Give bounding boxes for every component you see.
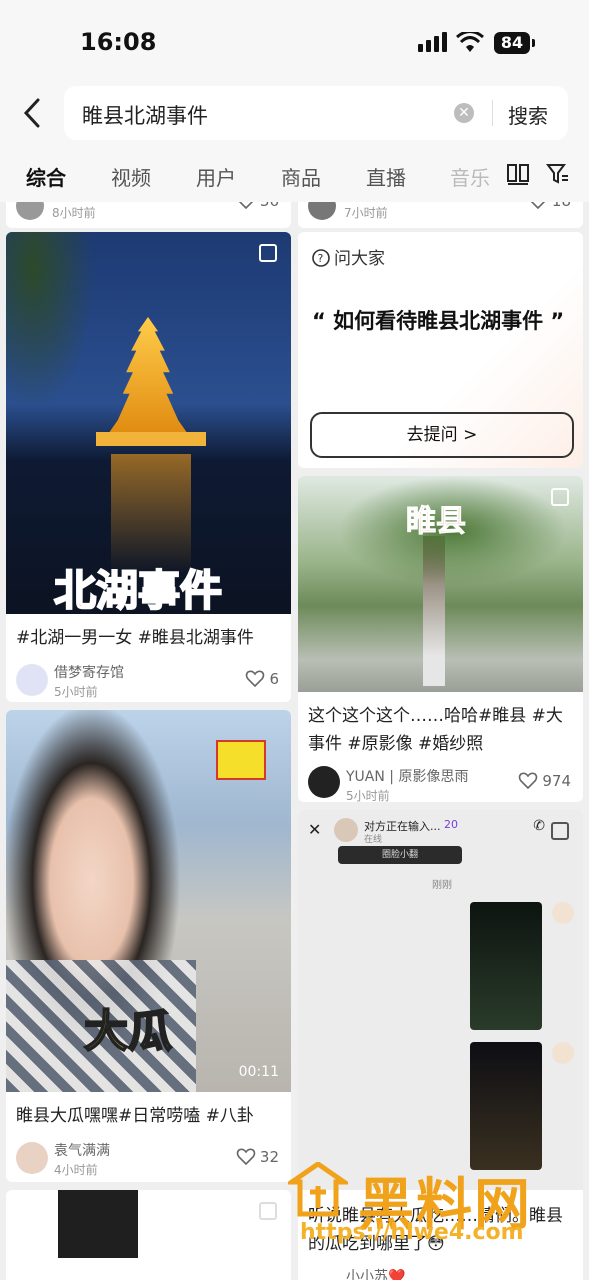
avatar — [16, 202, 44, 220]
like-button[interactable]: 36 — [236, 202, 279, 210]
post-time: 5小时前 — [54, 685, 98, 699]
post-thumbnail: 北湖事件 — [6, 232, 291, 616]
post-time: 7小时前 — [344, 206, 388, 220]
feed-card-pagoda[interactable]: 北湖事件 #北湖一男一女 #睢县北湖事件 借梦寄存馆 5小时前 6 — [6, 232, 291, 702]
close-icon: ✕ — [308, 820, 322, 839]
video-message-2 — [470, 1042, 542, 1170]
phone-icon: ✆ — [533, 818, 545, 834]
water-reflection — [111, 454, 191, 574]
chat-badge: 20 — [444, 818, 458, 831]
signal-icon — [418, 32, 447, 52]
video-duration: 00:11 — [238, 1064, 279, 1080]
status-time: 16:08 — [80, 28, 157, 56]
willow-decoration — [6, 232, 96, 412]
tab-live[interactable]: 直播 — [366, 162, 406, 191]
like-button[interactable]: 18 — [528, 202, 571, 210]
thumbnail-title: 大瓜 — [83, 1005, 173, 1058]
status-bar: 16:08 84 — [0, 0, 589, 84]
heart-icon — [530, 202, 546, 210]
tab-users[interactable]: 用户 — [196, 162, 236, 191]
multi-image-icon — [259, 244, 277, 262]
like-count: 36 — [260, 202, 279, 210]
post-time: 4小时前 — [54, 1163, 98, 1177]
ask-label-text: 问大家 — [334, 249, 385, 269]
post-thumbnail: 睢县 — [298, 476, 583, 692]
multi-image-icon — [259, 1202, 277, 1220]
post-thumbnail: 大瓜 00:11 — [6, 710, 291, 1092]
like-count: 6 — [269, 670, 279, 688]
post-thumbnail: ✕ 对方正在输入... 20 在线 ✆ 圈脸小翻 刚刚 — [298, 810, 583, 1190]
search-button[interactable]: 搜索 — [508, 100, 548, 129]
search-input[interactable]: 睢县北湖事件 ✕ 搜索 — [64, 86, 568, 140]
battery-icon: 84 — [494, 32, 535, 54]
avatar — [16, 1142, 48, 1174]
post-thumbnail — [58, 1190, 138, 1258]
pagoda-shape — [106, 317, 190, 437]
layout-toggle-icon[interactable] — [506, 162, 530, 186]
author-name[interactable]: YUAN | 原影像思雨 — [346, 766, 468, 786]
tab-goods[interactable]: 商品 — [281, 162, 321, 191]
post-description: #北湖一男一女 #睢县北湖事件 — [16, 628, 254, 648]
avatar — [334, 818, 358, 842]
like-button[interactable]: 6 — [245, 670, 279, 688]
tab-all[interactable]: 综合 — [26, 162, 66, 191]
results-feed[interactable]: 8小时前 36 7小时前 18 北湖事件 #北湖一男一女 #睢县北湖事件 借梦寄… — [0, 202, 589, 1280]
chat-bubble: 圈脸小翻 — [338, 846, 462, 864]
post-time: 5小时前 — [346, 789, 390, 802]
ask-question-button[interactable]: 去提问 > — [310, 412, 574, 458]
ask-question: “ 如何看待睢县北湖事件 ” — [312, 309, 565, 333]
search-header: 睢县北湖事件 ✕ 搜索 — [0, 84, 589, 144]
post-description: 睢县大瓜嘿嘿#日常唠嗑 #八卦 — [16, 1106, 254, 1126]
divider — [492, 100, 493, 126]
feed-card-video[interactable]: 大瓜 00:11 睢县大瓜嘿嘿#日常唠嗑 #八卦 袁气满满 4小时前 32 — [6, 710, 291, 1182]
tab-bar: 综合 视频 用户 商品 直播 音乐 — [0, 144, 589, 202]
feed-card-partial-bottom[interactable] — [6, 1190, 291, 1280]
multi-image-icon — [551, 822, 569, 840]
multi-image-icon — [551, 488, 569, 506]
video-message-1 — [470, 902, 542, 1030]
filter-icon[interactable] — [546, 162, 570, 186]
ask-card[interactable]: ? 问大家 “ 如何看待睢县北湖事件 ” 去提问 > — [298, 232, 583, 468]
watermark-logo: 黑料网 https://hlwe4.com — [288, 1160, 588, 1270]
feed-card-tree[interactable]: 睢县 这个这个这个……哈哈#睢县 #大事件 #原影像 #婚纱照 YUAN | 原… — [298, 476, 583, 802]
like-button[interactable]: 974 — [518, 772, 571, 790]
svg-text:?: ? — [318, 252, 324, 265]
like-count: 32 — [259, 1148, 279, 1166]
chat-time-label: 刚刚 — [432, 880, 452, 891]
chat-online: 在线 — [364, 835, 383, 845]
post-description: 这个这个这个……哈哈#睢县 #大事件 #原影像 #婚纱照 — [308, 706, 563, 754]
avatar — [552, 902, 574, 924]
thumbnail-title: 北湖事件 — [53, 565, 223, 616]
like-count: 974 — [542, 772, 571, 790]
like-button[interactable]: 32 — [236, 1148, 279, 1166]
like-count: 18 — [552, 202, 571, 210]
question-icon: ? — [312, 249, 330, 267]
tab-music[interactable]: 音乐 — [450, 162, 490, 191]
feed-card-partial-right[interactable]: 7小时前 18 — [298, 202, 583, 228]
back-arrow-icon[interactable] — [18, 96, 46, 130]
avatar — [308, 202, 336, 220]
avatar — [308, 766, 340, 798]
author-name[interactable]: 袁气满满 — [54, 1140, 110, 1160]
avatar — [552, 1042, 574, 1064]
wifi-icon — [456, 32, 484, 52]
thumbnail-title: 睢县 — [406, 504, 467, 540]
shop-sign — [216, 740, 266, 780]
heart-icon — [519, 772, 538, 790]
post-time: 8小时前 — [52, 206, 96, 220]
tab-video[interactable]: 视频 — [111, 162, 151, 191]
clear-icon[interactable]: ✕ — [454, 103, 474, 123]
heart-icon — [246, 670, 265, 688]
ask-label: ? 问大家 — [312, 244, 385, 269]
heart-icon — [238, 202, 254, 210]
watermark-url: https://hlwe4.com — [300, 1220, 524, 1245]
author-name[interactable]: 借梦寄存馆 — [54, 662, 124, 682]
watermark-emblem-icon — [288, 1162, 348, 1217]
pagoda-base — [96, 432, 206, 446]
avatar — [16, 664, 48, 696]
heart-icon — [236, 1148, 256, 1166]
feed-card-partial-left[interactable]: 8小时前 36 — [6, 202, 291, 228]
search-query[interactable]: 睢县北湖事件 — [82, 100, 208, 130]
